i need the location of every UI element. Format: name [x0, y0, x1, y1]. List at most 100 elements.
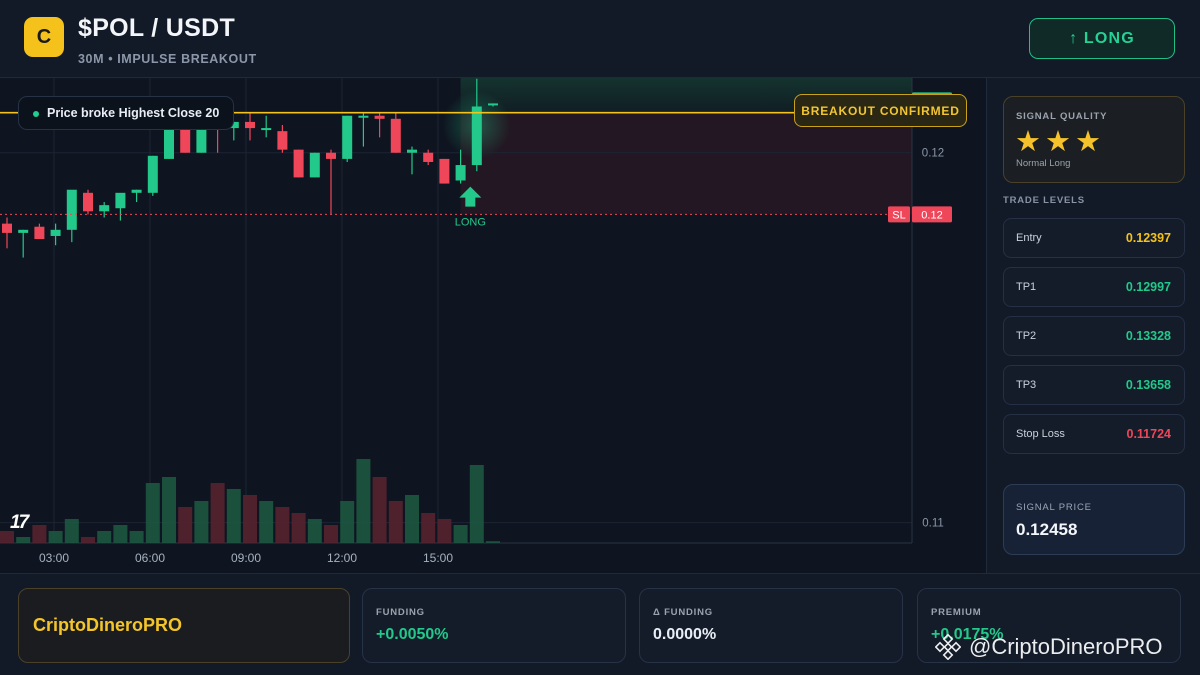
- candle-body: [66, 189, 77, 230]
- delta-funding-label: Δ FUNDING: [653, 607, 713, 618]
- candle: [293, 149, 304, 178]
- volume-bar: [356, 459, 371, 543]
- candle: [34, 223, 45, 240]
- volume-bar: [113, 525, 128, 543]
- volume-bar: [226, 489, 241, 543]
- candle-body: [326, 152, 336, 159]
- watermark-text: @CriptoDineroPRO: [969, 634, 1163, 659]
- volume-bar: [194, 501, 209, 543]
- candle-body: [342, 115, 353, 159]
- sl-price-tag-text: 0.12: [921, 209, 942, 221]
- candle: [99, 202, 110, 218]
- trade-level-value: 0.11724: [1126, 427, 1172, 441]
- volume-bar: [129, 531, 144, 543]
- candle-body: [34, 226, 45, 240]
- signal-price-card: SIGNAL PRICE 0.12458: [1003, 484, 1185, 555]
- header: C $POL / USDT 30M • IMPULSE BREAKOUT ↑ L…: [0, 0, 1200, 78]
- candle-body: [147, 155, 158, 193]
- funding-card: FUNDING +0.0050%: [362, 588, 626, 663]
- volume-bar: [145, 483, 160, 543]
- candle: [326, 149, 336, 215]
- trade-level-tp2: TP2 0.13328: [1003, 316, 1185, 356]
- volume-bar: [437, 519, 452, 543]
- trade-level-value: 0.13328: [1125, 329, 1171, 343]
- x-tick-label: 03:00: [39, 551, 69, 565]
- volume-bar: [372, 477, 387, 543]
- candle-body: [309, 152, 320, 178]
- candle-body: [2, 223, 12, 233]
- candle-body: [18, 229, 29, 233]
- volume-bar: [16, 537, 31, 543]
- candle: [374, 112, 385, 138]
- timeframe-subtitle: 30M • IMPULSE BREAKOUT: [78, 52, 257, 66]
- watermark: @CriptoDineroPRO: [935, 634, 1163, 660]
- candle-body: [245, 121, 255, 129]
- volume-bar: [405, 495, 419, 543]
- volume-bar: [259, 501, 274, 543]
- app-logo: C: [24, 17, 64, 57]
- candle: [261, 115, 272, 138]
- binance-icon: [935, 634, 961, 660]
- candle: [423, 149, 434, 166]
- candle: [407, 146, 417, 175]
- signal-price-value: 0.12458: [1016, 520, 1078, 539]
- trade-level-stop-loss: Stop Loss 0.11724: [1003, 414, 1185, 454]
- candle-body: [99, 205, 110, 212]
- volume-bar: [81, 537, 95, 543]
- trade-level-value: 0.12397: [1125, 231, 1171, 245]
- chart-svg: LONG0.12BREAKOUT0.12SL0.120.120.1103:000…: [0, 78, 952, 565]
- premium-label: PREMIUM: [931, 607, 982, 618]
- candle: [390, 112, 401, 153]
- candle: [83, 189, 93, 215]
- breakout-confirmed-badge: BREAKOUT CONFIRMED: [794, 94, 967, 127]
- delta-funding-card: Δ FUNDING 0.0000%: [639, 588, 903, 663]
- trade-level-label: TP3: [1016, 379, 1037, 391]
- candle-body: [374, 115, 385, 119]
- long-button[interactable]: ↑ LONG: [1029, 18, 1175, 59]
- brand-card[interactable]: CriptoDineroPRO: [18, 588, 350, 663]
- candle-body: [131, 189, 142, 193]
- candle-body: [439, 158, 450, 184]
- candle-body: [471, 106, 482, 166]
- volume-bar: [291, 513, 306, 543]
- candle-body: [423, 152, 434, 162]
- candle-body: [390, 118, 401, 153]
- price-chart[interactable]: LONG0.12BREAKOUT0.12SL0.120.120.1103:000…: [0, 78, 986, 573]
- candle-body: [115, 192, 126, 209]
- volume-bar: [97, 531, 112, 543]
- candle: [66, 189, 77, 243]
- trade-level-label: Entry: [1016, 232, 1042, 244]
- candle: [439, 158, 450, 184]
- volume-bar: [324, 525, 338, 543]
- x-tick-label: 12:00: [327, 551, 357, 565]
- x-tick-label: 15:00: [423, 551, 453, 565]
- trade-level-entry: Entry 0.12397: [1003, 218, 1185, 258]
- breakout-annotation: Price broke Highest Close 20: [18, 96, 235, 130]
- candle-body: [358, 115, 369, 118]
- candle: [115, 192, 126, 221]
- volume-bar: [275, 507, 290, 543]
- candle: [2, 217, 12, 249]
- signal-quality-title: SIGNAL QUALITY: [1016, 111, 1108, 122]
- candle-body: [50, 229, 61, 236]
- candle-body: [407, 149, 417, 153]
- volume-bar: [421, 513, 436, 543]
- volume-bar: [307, 519, 322, 543]
- funding-value: +0.0050%: [376, 626, 449, 643]
- candle-body: [83, 192, 93, 212]
- star-rating-icon: ★★★: [1015, 126, 1105, 158]
- pair-title: $POL / USDT: [78, 14, 236, 42]
- trade-level-value: 0.12997: [1125, 280, 1171, 294]
- tradingview-logo[interactable]: 17: [10, 512, 29, 534]
- trade-level-label: Stop Loss: [1016, 428, 1065, 440]
- risk-zone: [460, 112, 912, 215]
- volume-bar: [210, 483, 225, 543]
- y-tick-label: 0.12: [922, 148, 944, 160]
- volume-bar: [162, 477, 176, 543]
- candle-body: [455, 165, 466, 181]
- y-tick-label: 0.11: [922, 518, 944, 530]
- candle-body: [277, 131, 288, 150]
- volume-bar: [469, 465, 484, 543]
- trade-level-tp3: TP3 0.13658: [1003, 365, 1185, 405]
- long-signal-label: LONG: [455, 217, 486, 229]
